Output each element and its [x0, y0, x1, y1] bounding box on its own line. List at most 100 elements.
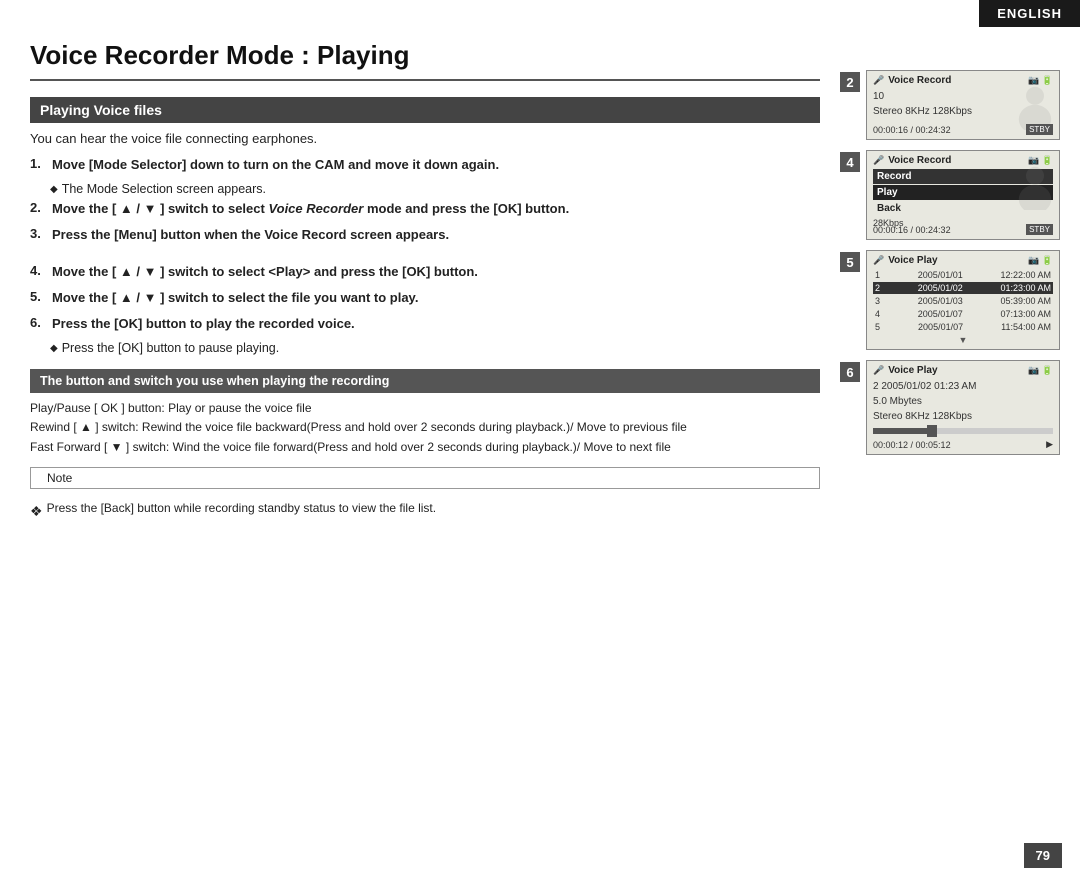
- file-idx-3: 3: [875, 296, 880, 306]
- step-num-5: 5.: [30, 289, 46, 304]
- screen-item-4: 4 🎤 Voice Record 📷 🔋 Record Play Back 28…: [840, 150, 1060, 240]
- screen-item-2: 2 🎤 Voice Record 📷 🔋 10 Stereo 8KHz 128K…: [840, 70, 1060, 140]
- file-date-2: 2005/01/02: [918, 283, 963, 293]
- tip-line-2: Rewind [ ▲ ] switch: Rewind the voice fi…: [30, 418, 820, 437]
- mic-icon-6: 🎤: [873, 365, 884, 376]
- file-idx-4: 4: [875, 309, 880, 319]
- screen-num-4: 4: [840, 152, 860, 172]
- device-screen-5: 🎤 Voice Play 📷 🔋 1 2005/01/01 12:22:00 A…: [866, 250, 1060, 350]
- device-title-2: Voice Record: [888, 75, 1024, 86]
- step-text-1: Move [Mode Selector] down to turn on the…: [52, 156, 499, 174]
- right-column: 2 🎤 Voice Record 📷 🔋 10 Stereo 8KHz 128K…: [840, 70, 1060, 860]
- device-title-4: Voice Record: [888, 155, 1024, 166]
- device-date-6: 2 2005/01/02 01:23 AM: [873, 379, 1053, 394]
- step-num-2: 2.: [30, 200, 46, 215]
- device-header-5: 🎤 Voice Play 📷 🔋: [873, 255, 1053, 266]
- device-size-6: 5.0 Mbytes: [873, 394, 1053, 409]
- silhouette-icon-4: [1015, 165, 1055, 210]
- page-title: Voice Recorder Mode : Playing: [30, 40, 820, 81]
- device-body-6: 2 2005/01/02 01:23 AM 5.0 Mbytes Stereo …: [873, 379, 1053, 434]
- play-icon-6: ▶: [1046, 439, 1053, 450]
- file-item-1: 1 2005/01/01 12:22:00 AM: [873, 269, 1053, 281]
- stby-badge-4: STBY: [1026, 224, 1053, 235]
- device-time-6: 00:00:12 / 00:05:12: [873, 440, 951, 450]
- step-text-4: Move the [ ▲ / ▼ ] switch to select <Pla…: [52, 263, 478, 281]
- screen-item-5: 5 🎤 Voice Play 📷 🔋 1 2005/01/01 12:22:00…: [840, 250, 1060, 350]
- file-idx-5: 5: [875, 322, 880, 332]
- tip-box-header: The button and switch you use when playi…: [30, 369, 820, 393]
- device-audio-6: Stereo 8KHz 128Kbps: [873, 409, 1053, 424]
- step-num-4: 4.: [30, 263, 46, 278]
- diamond-icon-6: ◆: [50, 343, 58, 354]
- screen-num-2: 2: [840, 72, 860, 92]
- device-screen-2: 🎤 Voice Record 📷 🔋 10 Stereo 8KHz 128Kbp…: [866, 70, 1060, 140]
- device-title-5: Voice Play: [888, 255, 1024, 266]
- step-1-subnote: ◆ The Mode Selection screen appears.: [50, 182, 820, 196]
- step-2: 2. Move the [ ▲ / ▼ ] switch to select V…: [30, 200, 820, 218]
- progress-bar-fill: [873, 428, 927, 434]
- english-badge: ENGLISH: [979, 0, 1080, 27]
- file-time-2: 01:23:00 AM: [1000, 283, 1051, 293]
- step-num-1: 1.: [30, 156, 46, 171]
- step-6-subnote: ◆ Press the [OK] button to pause playing…: [50, 341, 820, 355]
- diamond-icon-1: ◆: [50, 184, 58, 195]
- step-1: 1. Move [Mode Selector] down to turn on …: [30, 156, 820, 174]
- intro-text: You can hear the voice file connecting e…: [30, 131, 820, 146]
- footer-diamond-icon: ❖: [30, 503, 43, 520]
- mic-icon-4: 🎤: [873, 155, 884, 166]
- device-header-6: 🎤 Voice Play 📷 🔋: [873, 365, 1053, 376]
- file-time-4: 07:13:00 AM: [1000, 309, 1051, 319]
- footer-note: ❖ Press the [Back] button while recordin…: [30, 501, 820, 520]
- mic-icon-2: 🎤: [873, 75, 884, 86]
- section-header: Playing Voice files: [30, 97, 820, 123]
- file-date-4: 2005/01/07: [918, 309, 963, 319]
- stby-badge-2: STBY: [1026, 124, 1053, 135]
- mic-icon-5: 🎤: [873, 255, 884, 266]
- device-title-6: Voice Play: [888, 365, 1024, 376]
- progress-bar-container: [873, 428, 1053, 434]
- tip-line-3: Fast Forward [ ▼ ] switch: Wind the voic…: [30, 438, 820, 457]
- file-date-5: 2005/01/07: [918, 322, 963, 332]
- device-status-icons-6: 📷 🔋: [1028, 365, 1053, 376]
- step-text-6: Press the [OK] button to play the record…: [52, 315, 355, 333]
- step-text-5: Move the [ ▲ / ▼ ] switch to select the …: [52, 289, 418, 307]
- scroll-indicator-5: ▼: [873, 335, 1053, 345]
- device-time-2: 00:00:16 / 00:24:32: [873, 125, 951, 135]
- file-item-5: 5 2005/01/07 11:54:00 AM: [873, 321, 1053, 333]
- file-idx-2: 2: [875, 283, 880, 293]
- device-footer-4: 00:00:16 / 00:24:32 STBY: [873, 224, 1053, 235]
- step-text-2: Move the [ ▲ / ▼ ] switch to select Voic…: [52, 200, 569, 218]
- device-time-4: 00:00:16 / 00:24:32: [873, 225, 951, 235]
- step-3: 3. Press the [Menu] button when the Voic…: [30, 226, 820, 244]
- tip-line-1: Play/Pause [ OK ] button: Play or pause …: [30, 399, 820, 418]
- file-date-3: 2005/01/03: [918, 296, 963, 306]
- device-screen-4: 🎤 Voice Record 📷 🔋 Record Play Back 28Kb…: [866, 150, 1060, 240]
- page-number: 79: [1024, 843, 1062, 868]
- tip-content: Play/Pause [ OK ] button: Play or pause …: [30, 399, 820, 457]
- device-status-icons-5: 📷 🔋: [1028, 255, 1053, 266]
- step-4: 4. Move the [ ▲ / ▼ ] switch to select <…: [30, 263, 820, 281]
- step-6: 6. Press the [OK] button to play the rec…: [30, 315, 820, 333]
- file-date-1: 2005/01/01: [918, 270, 963, 280]
- step-num-3: 3.: [30, 226, 46, 241]
- left-column: Voice Recorder Mode : Playing Playing Vo…: [30, 30, 820, 860]
- progress-bar-track: [873, 428, 1053, 434]
- step-text-3: Press the [Menu] button when the Voice R…: [52, 226, 449, 244]
- device-footer-2: 00:00:16 / 00:24:32 STBY: [873, 124, 1053, 135]
- step-num-6: 6.: [30, 315, 46, 330]
- screen-item-6: 6 🎤 Voice Play 📷 🔋 2 2005/01/02 01:23 AM…: [840, 360, 1060, 455]
- progress-indicator: [927, 425, 937, 437]
- file-idx-1: 1: [875, 270, 880, 280]
- file-item-2: 2 2005/01/02 01:23:00 AM: [873, 282, 1053, 294]
- step-5: 5. Move the [ ▲ / ▼ ] switch to select t…: [30, 289, 820, 307]
- note-box: Note: [30, 467, 820, 489]
- file-time-3: 05:39:00 AM: [1000, 296, 1051, 306]
- file-list-5: 1 2005/01/01 12:22:00 AM 2 2005/01/02 01…: [873, 269, 1053, 333]
- device-footer-6: 00:00:12 / 00:05:12 ▶: [873, 439, 1053, 450]
- file-time-5: 11:54:00 AM: [1001, 322, 1051, 332]
- file-item-4: 4 2005/01/07 07:13:00 AM: [873, 308, 1053, 320]
- screen-num-5: 5: [840, 252, 860, 272]
- file-time-1: 12:22:00 AM: [1000, 270, 1051, 280]
- device-screen-6: 🎤 Voice Play 📷 🔋 2 2005/01/02 01:23 AM 5…: [866, 360, 1060, 455]
- file-item-3: 3 2005/01/03 05:39:00 AM: [873, 295, 1053, 307]
